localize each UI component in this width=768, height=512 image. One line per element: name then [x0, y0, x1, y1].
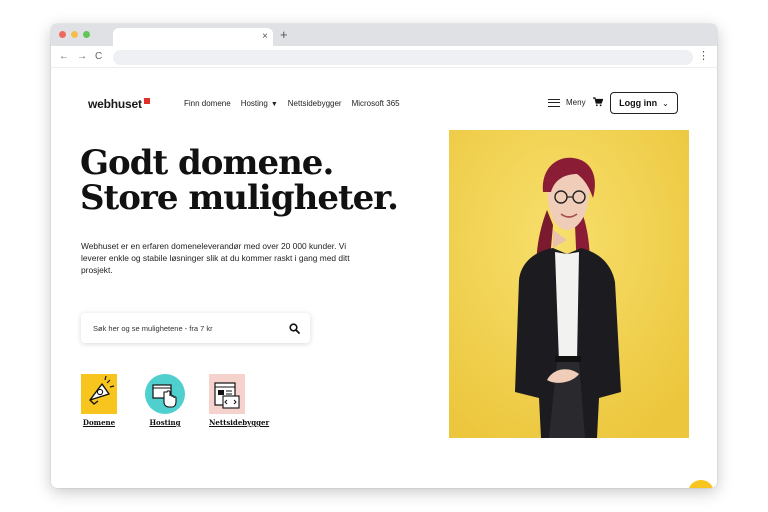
- menu-label: Meny: [566, 98, 586, 107]
- hosting-hand-icon: [143, 374, 187, 414]
- megaphone-icon: [81, 374, 117, 414]
- close-window-dot[interactable]: [59, 31, 66, 38]
- browser-tab[interactable]: ×: [113, 28, 273, 46]
- logo-text: webhuset: [88, 97, 142, 111]
- chevron-down-icon: ⌄: [662, 98, 669, 108]
- category-label: Nettsidebygger: [209, 418, 270, 427]
- nav-item-finn-domene[interactable]: Finn domene: [184, 99, 231, 108]
- page-title: Godt domene. Store muligheter.: [80, 143, 399, 218]
- login-label: Logg inn: [619, 98, 658, 108]
- minimize-window-dot[interactable]: [71, 31, 78, 38]
- hero-photo: [449, 130, 689, 438]
- website-builder-icon: [209, 374, 245, 414]
- main-nav: Finn domene Hosting ▼ Nettsidebygger Micr…: [184, 99, 400, 108]
- category-hosting[interactable]: Hosting: [143, 374, 187, 427]
- category-label: Hosting: [149, 418, 181, 427]
- nav-item-hosting[interactable]: Hosting ▼: [241, 99, 278, 108]
- chat-button[interactable]: [688, 480, 714, 488]
- search-input[interactable]: [93, 322, 283, 334]
- hamburger-icon: [548, 98, 560, 107]
- browser-menu-icon[interactable]: ⋮: [698, 49, 709, 63]
- category-nettsidebygger[interactable]: Nettsidebygger: [209, 374, 269, 427]
- browser-tab-bar: × +: [51, 24, 717, 46]
- domain-search-box: [81, 313, 310, 343]
- nav-item-nettsidebygger[interactable]: Nettsidebygger: [288, 99, 342, 108]
- new-tab-icon[interactable]: +: [280, 27, 288, 43]
- webhuset-logo[interactable]: webhuset: [88, 97, 150, 111]
- login-button[interactable]: Logg inn ⌄: [610, 92, 678, 114]
- chevron-down-icon: ▼: [270, 101, 278, 108]
- forward-icon[interactable]: →: [77, 50, 87, 64]
- back-icon[interactable]: ←: [59, 50, 69, 64]
- chat-bubble-icon: [698, 487, 704, 488]
- maximize-window-dot[interactable]: [83, 31, 90, 38]
- search-icon[interactable]: [289, 321, 300, 339]
- page-content: webhuset Finn domene Hosting ▼ Nettsideby…: [51, 68, 717, 488]
- url-field[interactable]: [113, 50, 693, 65]
- intro-text: Webhuset er en erfaren domeneleverandør …: [81, 241, 350, 275]
- reload-icon[interactable]: C: [95, 50, 102, 64]
- nav-item-microsoft-365[interactable]: Microsoft 365: [352, 99, 400, 108]
- cart-icon[interactable]: [593, 97, 604, 109]
- headline-line-2: Store muligheter.: [80, 178, 399, 218]
- category-label: Domene: [82, 418, 116, 427]
- browser-window: × + ← → C ⋮ webhuset Finn domene Hosting…: [51, 24, 717, 488]
- tab-close-icon[interactable]: ×: [262, 30, 268, 44]
- headline-line-1: Godt domene.: [80, 143, 334, 183]
- address-bar-row: ← → C ⋮: [51, 46, 717, 68]
- category-domene[interactable]: Domene: [81, 374, 117, 427]
- menu-button[interactable]: Meny: [548, 98, 586, 107]
- nav-item-label: Hosting: [240, 99, 268, 108]
- logo-mark-icon: [143, 98, 150, 104]
- window-controls: [59, 31, 90, 38]
